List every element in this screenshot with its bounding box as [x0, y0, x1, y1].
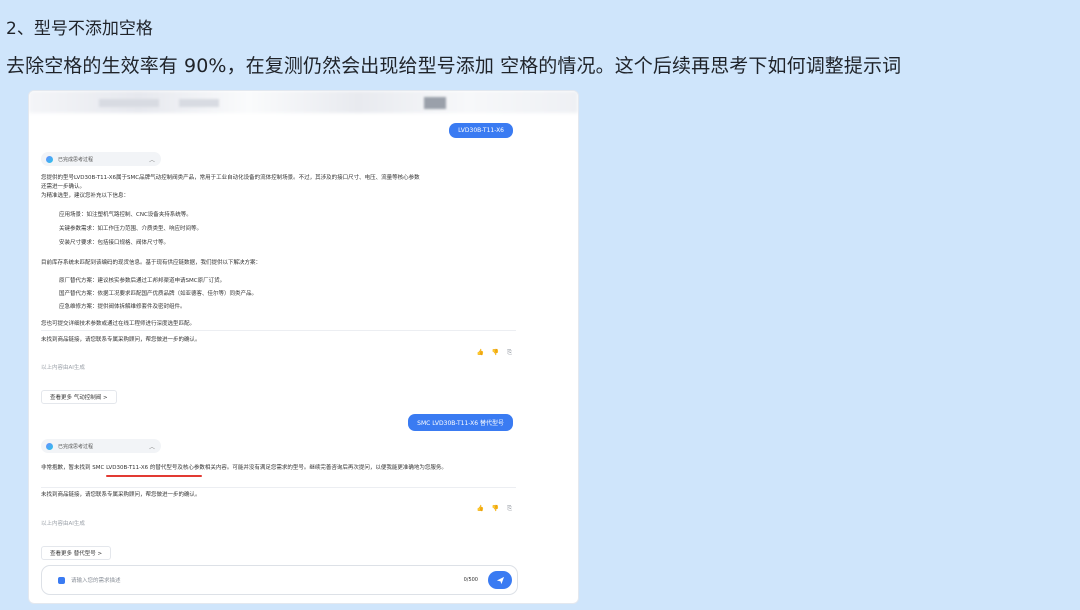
- answer-line: 非常抱歉，暂未找到 SMC LVD30B-T11-X6 的替代型号及核心参数相关…: [41, 465, 447, 471]
- thinking-toggle[interactable]: 已完成思考过程 ︿: [41, 439, 161, 453]
- view-more-chip[interactable]: 查看更多 替代型号 >: [41, 546, 112, 560]
- user-message-bubble: LVD30B-T11-X6: [449, 123, 513, 138]
- chevron-up-icon: ︿: [148, 443, 155, 451]
- thinking-label: 已完成思考过程: [58, 156, 94, 163]
- chat-input[interactable]: 请输入您的需求描述 0/500: [41, 565, 518, 595]
- view-more-chip[interactable]: 查看更多 气动控制阀 >: [41, 390, 117, 404]
- answer-bullet: 国产替代方案：依据工况要求匹配国产优质品牌（如亚德客、佳尔等）同类产品。: [59, 291, 258, 297]
- answer-bullet: 安装尺寸要求：包括接口规格、阀体尺寸等。: [59, 240, 170, 246]
- answer-line: 您提供的型号LVD30B-T11-X6属于SMC品牌气动控制阀类产品，常用于工业…: [41, 175, 420, 181]
- chat-input-placeholder[interactable]: 请输入您的需求描述: [71, 576, 458, 584]
- search-icon: [58, 576, 65, 584]
- answer-bullet: 关键参数需求：如工作压力范围、介质类型、响应时间等。: [59, 226, 203, 232]
- thinking-toggle[interactable]: 已完成思考过程 ︿: [41, 152, 161, 166]
- ai-avatar-icon: [46, 155, 53, 163]
- answer-line: 还需进一步确认。: [41, 184, 86, 190]
- send-icon: [496, 576, 504, 584]
- answer-bullet: 应用场景：如注塑机气路控制、CNC设备夹持系统等。: [59, 212, 192, 218]
- char-counter: 0/500: [463, 577, 478, 583]
- ai-generated-note: 以上内容由AI生成: [41, 521, 85, 527]
- contact-line: 未找到商品链接，请您联系专属采购顾问，帮您做进一步的确认。: [41, 337, 201, 343]
- answer-line: 目前库存系统未匹配到该编码的现货信息。基于现有供应链数据，我们提供以下解决方案：: [41, 260, 262, 266]
- send-button[interactable]: [488, 571, 512, 589]
- red-underline-annotation: [106, 475, 202, 477]
- answer-bullet: 原厂替代方案：建议核实参数后通过工邦邦渠道申请SMC原厂订货。: [59, 278, 226, 284]
- blurred-block: [179, 99, 219, 107]
- thinking-label: 已完成思考过程: [58, 443, 94, 450]
- note-body: 去除空格的生效率有 90%，在复测仍然会出现给型号添加 空格的情况。这个后续再思…: [6, 55, 902, 77]
- divider: [41, 330, 516, 331]
- feedback-icons[interactable]: 👍 👎 ⎘: [476, 505, 515, 513]
- contact-line: 未找到商品链接，请您联系专属采购顾问，帮您做进一步的确认。: [41, 492, 201, 498]
- answer-line: 为精准选型，建议您补充以下信息：: [41, 193, 130, 199]
- blurred-block: [99, 99, 159, 107]
- blurred-block: [424, 97, 446, 109]
- answer-line: 您也可提交详细技术参数或通过在线工程师进行深度选型匹配。: [41, 321, 196, 327]
- ai-avatar-icon: [46, 442, 53, 450]
- feedback-icons[interactable]: 👍 👎 ⎘: [476, 349, 515, 357]
- chevron-up-icon: ︿: [148, 156, 155, 164]
- chat-screenshot: LVD30B-T11-X6 已完成思考过程 ︿ 您提供的型号LVD30B-T11…: [28, 90, 579, 604]
- note-heading: 2、型号不添加空格: [6, 19, 153, 39]
- ai-generated-note: 以上内容由AI生成: [41, 365, 85, 371]
- user-message-bubble: SMC LVD30B-T11-X6 替代型号: [408, 414, 513, 431]
- answer-bullet: 应急维修方案：提供阀体拆解维修套件及密封组件。: [59, 304, 186, 310]
- divider: [41, 487, 516, 488]
